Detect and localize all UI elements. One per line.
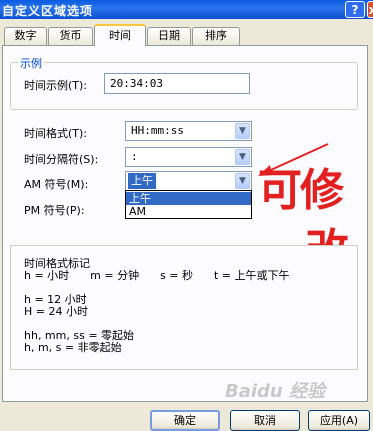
notes-line-1: h = 小时 m = 分钟 s = 秒 t = 上午或下午	[24, 269, 290, 282]
tab-sort[interactable]: 排序	[192, 27, 240, 45]
chevron-down-icon[interactable]: ▼	[235, 123, 250, 139]
notes-line-3: H = 24 小时	[24, 305, 88, 318]
am-symbol-combo[interactable]: 上午 ▼	[125, 171, 252, 191]
dropdown-option-am-cn[interactable]: 上午	[126, 192, 251, 205]
separator-combo[interactable]: : ▼	[125, 147, 252, 167]
tab-date[interactable]: 日期	[147, 27, 191, 45]
apply-button[interactable]: 应用(A)	[308, 410, 370, 431]
am-symbol-dropdown: 上午 AM	[125, 190, 252, 219]
chevron-down-icon[interactable]: ▼	[235, 149, 250, 165]
title-bar: 自定义区域选项 ? x	[0, 0, 373, 19]
time-format-combo[interactable]: HH:mm:ss ▼	[125, 121, 252, 141]
dropdown-option-am[interactable]: AM	[126, 205, 251, 218]
annotation-text-1: 可修	[258, 165, 344, 216]
window-title: 自定义区域选项	[2, 4, 94, 18]
cancel-button[interactable]: 取消	[230, 410, 300, 431]
ok-button[interactable]: 确定	[150, 410, 220, 431]
tab-currency[interactable]: 货币	[48, 27, 93, 45]
tab-time[interactable]: 时间	[94, 24, 146, 46]
sample-label: 时间示例(T):	[24, 79, 88, 92]
chevron-down-icon[interactable]: ▼	[235, 173, 250, 189]
sample-group-title: 示例	[18, 55, 44, 71]
close-button[interactable]: x	[367, 1, 373, 18]
am-symbol-value: 上午	[128, 173, 156, 189]
separator-value: :	[131, 150, 138, 163]
am-symbol-label: AM 符号(M):	[24, 178, 89, 191]
separator-label: 时间分隔符(S):	[24, 153, 99, 166]
time-format-value: HH:mm:ss	[131, 124, 184, 137]
notes-line-5: h, m, s = 非零起始	[24, 341, 122, 354]
time-format-label: 时间格式(T):	[24, 127, 88, 140]
pm-symbol-label: PM 符号(P):	[24, 204, 85, 217]
watermark: Baidu 经验	[225, 381, 326, 402]
time-sample-field: 20:34:03	[104, 73, 250, 94]
help-button[interactable]: ?	[345, 1, 365, 18]
tab-number[interactable]: 数字	[4, 27, 47, 45]
